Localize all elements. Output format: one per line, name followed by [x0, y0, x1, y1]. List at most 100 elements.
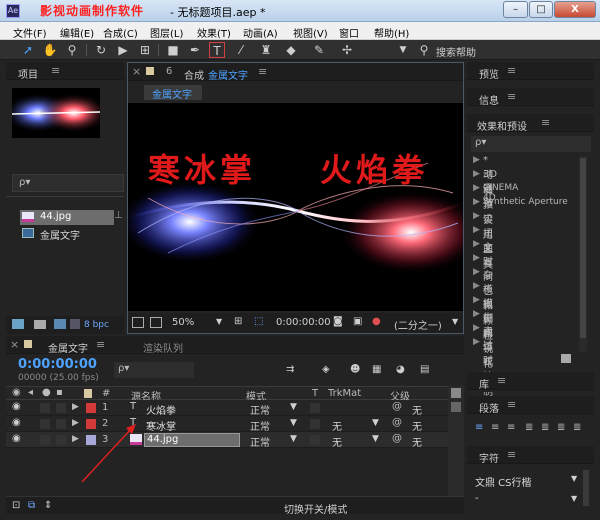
blend-mode-dropdown[interactable]: 正常 ▼: [246, 417, 302, 433]
justify-right-icon[interactable]: ≣: [557, 422, 565, 433]
menu-file[interactable]: 文件(F): [13, 25, 47, 40]
roto-brush-tool-icon[interactable]: ✎: [311, 42, 327, 58]
panel-menu-icon[interactable]: ≡: [507, 90, 516, 103]
pick-whip-icon[interactable]: @: [392, 433, 402, 444]
parent-dropdown[interactable]: 无: [412, 402, 422, 417]
lock-icon[interactable]: [24, 340, 32, 348]
menu-effect[interactable]: 效果(T): [197, 25, 231, 40]
effect-category-item[interactable]: ▶ 模糊和锐化: [473, 294, 493, 370]
timeline-tab[interactable]: 金属文字: [48, 340, 88, 355]
bit-depth-label[interactable]: 8 bpc: [84, 320, 109, 330]
justify-all-icon[interactable]: ≣: [573, 422, 581, 433]
panel-menu-icon[interactable]: ≡: [541, 116, 550, 129]
rotate-tool-icon[interactable]: ↻: [93, 42, 109, 58]
effect-category-item[interactable]: ▶ 实用工具: [473, 210, 493, 271]
chevron-right-icon[interactable]: ▶: [72, 402, 79, 412]
magnification-dropdown[interactable]: 50%: [172, 317, 194, 328]
effect-category-item[interactable]: ▶ 杂色和颗粒: [473, 266, 493, 342]
effect-category-item[interactable]: ▶ 文本: [473, 238, 493, 269]
effect-category-item[interactable]: ▶ 扭曲: [473, 224, 493, 255]
eye-icon[interactable]: ◉: [12, 433, 21, 444]
region-of-interest-icon[interactable]: ⬚: [254, 316, 263, 327]
parent-dropdown[interactable]: 无: [412, 434, 422, 449]
timeline-nav-icon[interactable]: [451, 388, 461, 398]
paragraph-tab[interactable]: 段落: [479, 400, 499, 415]
trkmat-dropdown[interactable]: 无 ▼: [328, 417, 384, 433]
trkmat-dropdown[interactable]: 无 ▼: [328, 433, 384, 449]
effect-category-item[interactable]: ▶ 过时: [473, 336, 493, 367]
panel-menu-icon[interactable]: ≡: [51, 64, 60, 77]
effect-category-item[interactable]: ▶ 生成: [473, 308, 493, 339]
effects-search-input[interactable]: ρ▾: [471, 136, 591, 152]
layer-switches-icon[interactable]: ⊡: [12, 500, 20, 511]
timeline-search-input[interactable]: ρ▾: [114, 362, 194, 378]
layer-name-box[interactable]: 44.jpg: [144, 433, 240, 447]
project-tab[interactable]: 项目: [18, 66, 38, 81]
effect-category-item[interactable]: ▶ 时间: [473, 252, 493, 283]
project-search-input[interactable]: ρ▾: [12, 174, 124, 192]
current-time-display[interactable]: 0:00:00:00: [276, 317, 331, 328]
motion-blur-icon[interactable]: ◕: [396, 364, 405, 375]
pan-behind-tool-icon[interactable]: ⊞: [137, 42, 153, 58]
effect-category-item[interactable]: ▶ Synthetic Aperture: [473, 196, 568, 211]
timeline-timecode[interactable]: 0:00:00:00: [18, 357, 97, 372]
composition-tab-name[interactable]: 金属文字: [208, 67, 248, 82]
close-button[interactable]: X: [554, 1, 596, 18]
grid-icon[interactable]: ⊞: [234, 316, 242, 327]
channel-icon[interactable]: ●: [372, 316, 381, 327]
minimize-button[interactable]: –: [503, 1, 528, 18]
camera-tool-icon[interactable]: ▶: [115, 42, 131, 58]
menu-view[interactable]: 视图(V): [293, 25, 328, 40]
panel-menu-icon[interactable]: ≡: [497, 374, 506, 387]
layer-row[interactable]: ◉ ▶ 3 44.jpg 正常 ▼ 无 ▼ @ 无: [6, 432, 448, 449]
pick-whip-icon[interactable]: @: [392, 417, 402, 428]
layer-name[interactable]: 火焰拳: [146, 402, 176, 417]
comp-mini-flowchart-icon[interactable]: ⇉: [286, 364, 294, 375]
preview-tab[interactable]: 预览: [479, 66, 499, 81]
layer-name[interactable]: 寒冰掌: [146, 418, 176, 433]
dropdown-arrow-icon[interactable]: ▼: [395, 42, 411, 58]
solo-checkbox[interactable]: [40, 403, 50, 413]
panel-menu-icon[interactable]: ≡: [507, 64, 516, 77]
character-tab[interactable]: 字符: [479, 450, 499, 465]
effect-category-item[interactable]: ▶ * 动画预设: [473, 154, 493, 226]
graph-editor-icon[interactable]: ▤: [420, 364, 429, 375]
color-depth-icon[interactable]: [70, 319, 80, 329]
rectangle-tool-icon[interactable]: ■: [165, 42, 181, 58]
blend-mode-dropdown[interactable]: 正常 ▼: [246, 401, 302, 417]
panel-menu-icon[interactable]: ≡: [507, 448, 516, 461]
lock-icon[interactable]: [146, 67, 154, 75]
preserve-transparency-checkbox[interactable]: [310, 403, 320, 413]
always-preview-icon[interactable]: [132, 317, 144, 328]
menu-composition[interactable]: 合成(C): [103, 25, 138, 40]
snapshot-icon[interactable]: ◙: [333, 316, 343, 327]
in-out-duration-icon[interactable]: ⇕: [44, 500, 52, 511]
justify-left-icon[interactable]: ≣: [525, 422, 533, 433]
puppet-tool-icon[interactable]: ✢: [339, 42, 355, 58]
font-style-dropdown[interactable]: - ▼: [473, 492, 581, 508]
align-right-icon[interactable]: ≡: [507, 422, 515, 433]
project-item[interactable]: 44.jpg: [20, 210, 114, 225]
render-queue-tab[interactable]: 渲染队列: [143, 340, 183, 355]
eye-icon[interactable]: ◉: [12, 401, 21, 412]
preserve-transparency-checkbox[interactable]: [310, 435, 320, 445]
justify-center-icon[interactable]: ≣: [541, 422, 549, 433]
chevron-down-icon[interactable]: ▼: [216, 317, 222, 326]
timeline-nav-icon[interactable]: [451, 402, 461, 412]
flowchart-icon[interactable]: ⊥: [114, 210, 123, 221]
align-left-icon[interactable]: ≡: [475, 422, 483, 433]
lock-checkbox[interactable]: [56, 435, 66, 445]
resolution-dropdown[interactable]: (二分之一): [394, 317, 442, 332]
text-tool-icon[interactable]: T: [209, 42, 225, 58]
project-item[interactable]: 金属文字: [20, 226, 120, 242]
lock-checkbox[interactable]: [56, 419, 66, 429]
panel-menu-icon[interactable]: ≡: [96, 338, 105, 351]
layer-row[interactable]: ◉ ▶ 2 T 寒冰掌 正常 ▼ 无 ▼ @ 无: [6, 416, 448, 433]
solo-checkbox[interactable]: [40, 435, 50, 445]
comp-lock-icon[interactable]: 6: [166, 66, 172, 77]
draft-3d-icon[interactable]: ◈: [322, 364, 330, 375]
chevron-down-icon[interactable]: ▼: [452, 317, 458, 326]
toggle-switches-modes-button[interactable]: 切换开关/模式: [284, 501, 347, 516]
new-folder-icon[interactable]: [34, 320, 46, 329]
close-tab-icon[interactable]: ×: [132, 65, 141, 78]
